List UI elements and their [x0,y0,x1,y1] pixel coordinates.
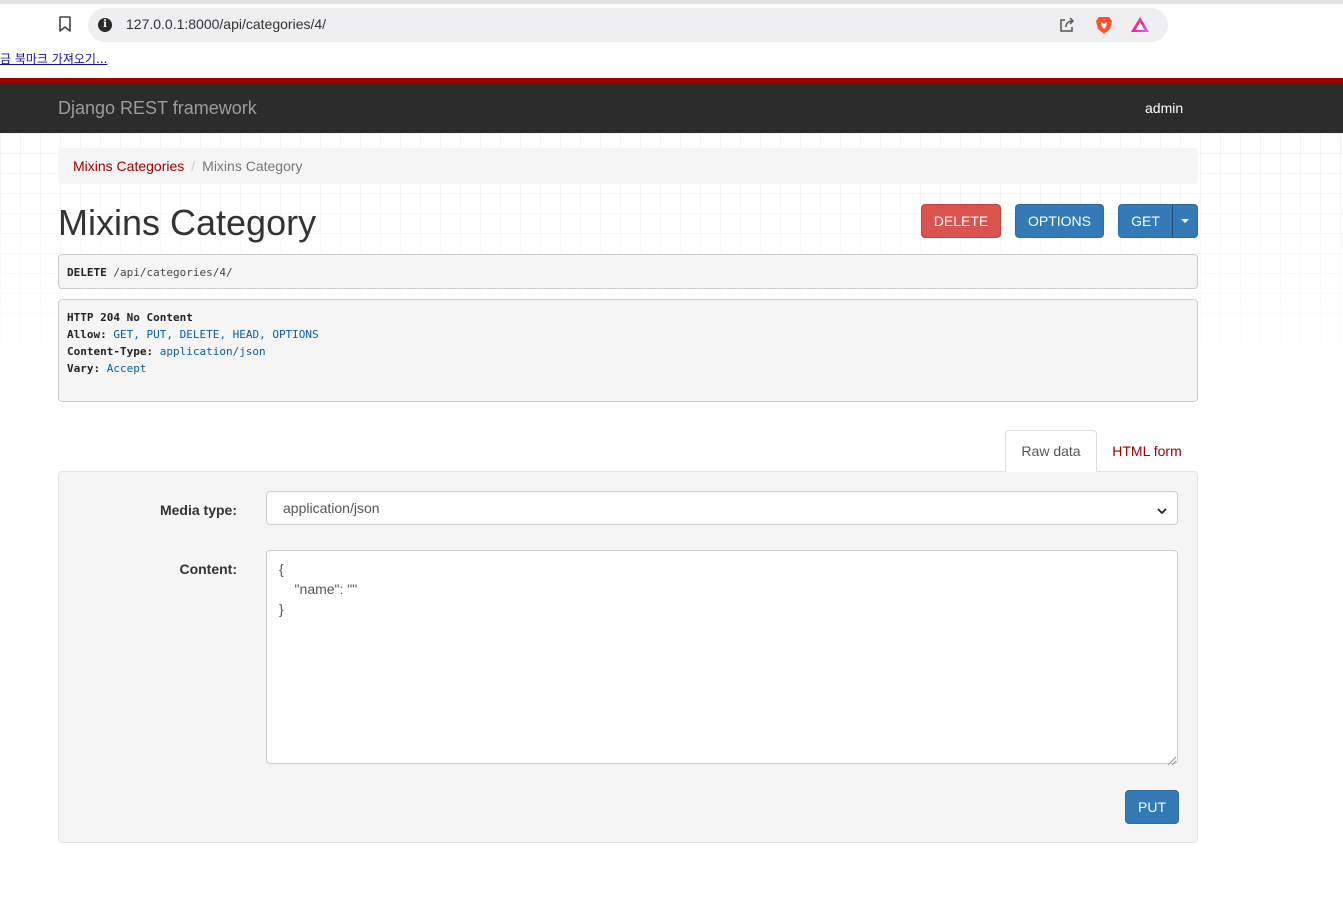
request-path: /api/categories/4/ [113,266,233,279]
breadcrumb-separator: / [191,158,196,174]
request-method: DELETE [67,266,107,279]
response-header-row: Vary: Accept [67,360,1189,377]
header-value: Accept [106,362,147,375]
header-value: GET, PUT, DELETE, HEAD, OPTIONS [113,328,319,341]
tab-html-form[interactable]: HTML form [1097,430,1197,472]
header-name: Content-Type: [67,345,154,358]
brave-shields-icon[interactable] [1094,15,1114,35]
chevron-down-icon [1157,503,1167,515]
breadcrumb-link-categories[interactable]: Mixins Categories [73,158,184,174]
response-header-row: Content-Type: application/json [67,343,1189,360]
share-icon[interactable] [1058,16,1076,34]
response-header-row: Allow: GET, PUT, DELETE, HEAD, OPTIONS [67,326,1189,343]
options-button[interactable]: OPTIONS [1015,204,1104,238]
breadcrumb-active: Mixins Category [202,158,303,174]
media-type-selected-value: application/json [283,500,380,516]
import-bookmarks-link[interactable]: 금 북마크 가져오기... [0,50,107,67]
brave-rewards-icon[interactable] [1130,15,1150,35]
response-info: HTTP 204 No Content Allow: GET, PUT, DEL… [58,299,1198,402]
raw-data-form: Media type: application/json Content: { … [58,471,1198,843]
caret-down-icon [1181,219,1189,223]
resize-handle-icon[interactable] [1167,753,1177,766]
put-button[interactable]: PUT [1125,790,1179,824]
bookmarks-bar: 금 북마크 가져오기... [0,48,1343,70]
bookmark-icon[interactable] [56,14,74,34]
media-type-select[interactable]: application/json [266,491,1178,525]
browser-toolbar: i 127.0.0.1:8000/api/categories/4/ [0,4,1343,44]
navbar-brand[interactable]: Django REST framework [58,98,257,119]
content-textarea[interactable]: { "name": "" } [266,550,1178,764]
user-menu[interactable]: admin [1145,100,1183,116]
header-name: Vary: [67,362,101,375]
get-button[interactable]: GET [1118,204,1173,238]
delete-button[interactable]: DELETE [921,204,1001,238]
address-bar-url[interactable]: 127.0.0.1:8000/api/categories/4/ [126,16,326,32]
tab-raw-data[interactable]: Raw data [1005,430,1097,472]
breadcrumb: Mixins Categories / Mixins Category [58,148,1198,184]
content-label: Content: [179,561,237,577]
navbar: Django REST framework admin [0,83,1343,133]
site-info-icon[interactable]: i [98,18,112,32]
page-title: Mixins Category [58,202,317,243]
get-format-dropdown-toggle[interactable] [1172,204,1198,238]
request-info: DELETE /api/categories/4/ [58,254,1198,289]
header-value: application/json [159,345,266,358]
address-bar[interactable]: i 127.0.0.1:8000/api/categories/4/ [88,8,1168,42]
response-status: HTTP 204 No Content [67,311,193,324]
header-name: Allow: [67,328,107,341]
media-type-label: Media type: [159,502,237,518]
